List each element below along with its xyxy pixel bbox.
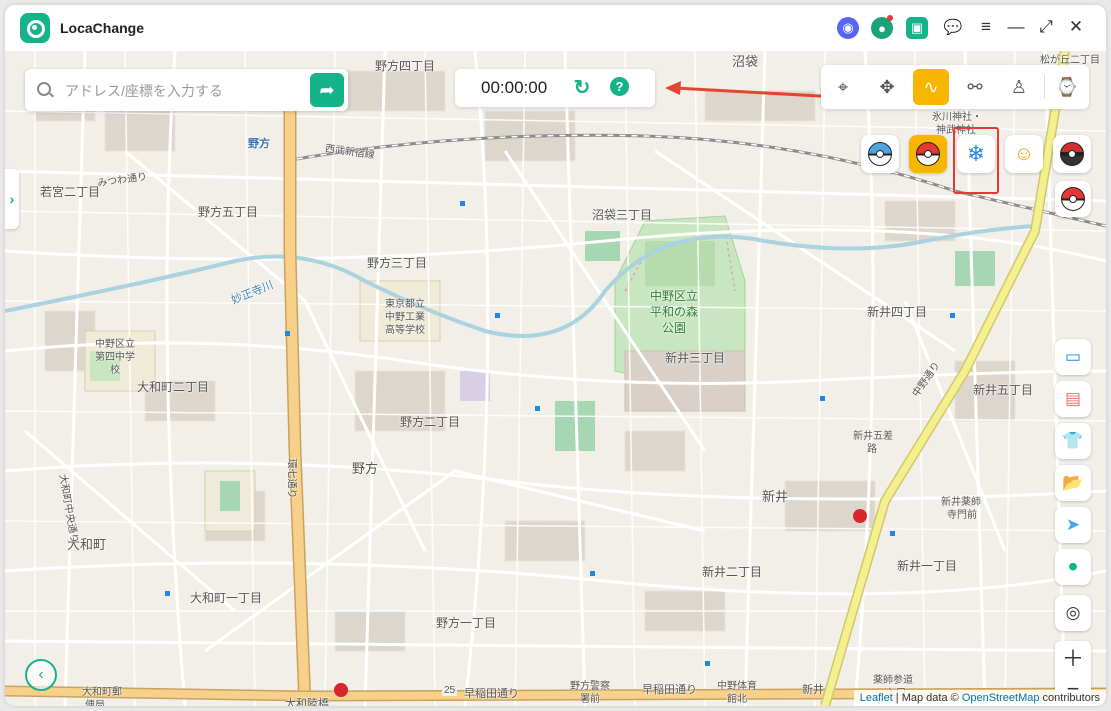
map-label: 中野区立 xyxy=(650,289,699,303)
two-spot-mode-icon[interactable]: ∿ xyxy=(913,69,949,105)
map-label: 松が丘二丁目 xyxy=(1040,55,1100,66)
multi-spot-mode-icon[interactable]: ⚯ xyxy=(957,69,993,105)
search-input[interactable] xyxy=(63,79,307,103)
map-attribution: Leaflet | Map data © OpenStreetMap contr… xyxy=(853,690,1106,706)
map-label: 校 xyxy=(110,365,120,376)
refresh-icon[interactable]: ↻ xyxy=(571,76,593,99)
timer-value: 00:00:00 xyxy=(481,78,548,97)
discord-icon[interactable]: ◉ xyxy=(837,17,859,39)
shirt-icon[interactable]: 👕 xyxy=(1055,423,1091,459)
menu-icon[interactable]: ≡ xyxy=(975,16,997,38)
joystick-mode-icon[interactable]: ✥ xyxy=(869,69,905,105)
back-button[interactable]: ‹ xyxy=(25,659,57,691)
locate-icon[interactable]: ◎ xyxy=(1055,595,1091,631)
map-label: 若宮二丁目 xyxy=(40,185,101,199)
attribution-suffix: contributors xyxy=(1039,692,1100,704)
pokeball-red-icon[interactable] xyxy=(1055,181,1091,217)
timer-panel: 00:00:00 ↻ ? xyxy=(455,69,655,107)
map-label: 新井二丁目 xyxy=(702,565,763,579)
chat-icon[interactable]: 💬 xyxy=(942,16,964,38)
title-bar: LocaChange ◉ ● ▣ 💬 ≡ — ⤢ ✕ xyxy=(5,5,1106,51)
screen-share-icon[interactable]: ▭ xyxy=(1055,339,1091,375)
map-label: 野方五丁目 xyxy=(198,205,259,219)
map-label: 新井 xyxy=(802,684,824,696)
attribution-text: | Map data © xyxy=(892,692,962,704)
map-label: 高等学校 xyxy=(385,325,425,336)
map-label: 平和の森 xyxy=(650,305,699,319)
map-label: 新井五丁目 xyxy=(973,383,1034,397)
map-label: 沼袋 xyxy=(732,54,759,69)
map-label: 新井四丁目 xyxy=(867,305,928,319)
osm-link[interactable]: OpenStreetMap xyxy=(962,692,1040,704)
map-label: 大和陸橋 xyxy=(285,698,329,706)
map-label: 新井三丁目 xyxy=(665,351,726,365)
map-label: 野方三丁目 xyxy=(367,256,428,270)
map-label: 路 xyxy=(867,444,877,455)
go-button[interactable]: ➦ xyxy=(310,73,344,107)
arrow-forward-icon: ➦ xyxy=(319,79,335,100)
folder-import-icon[interactable]: 📂 xyxy=(1055,465,1091,501)
toolbox-icon[interactable]: ▣ xyxy=(906,17,928,39)
map-label: 大和町一丁目 xyxy=(190,591,263,605)
search-icon xyxy=(37,82,51,96)
map-label: 野方一丁目 xyxy=(436,616,497,630)
map-label: 寺門前 xyxy=(947,510,977,521)
pokemon-go-map-icon[interactable] xyxy=(861,135,899,173)
help-icon[interactable]: ? xyxy=(610,77,629,96)
cards-icon[interactable]: ▤ xyxy=(1055,381,1091,417)
highlight-frame xyxy=(953,127,999,194)
app-logo xyxy=(20,13,50,43)
map-label: 野方 xyxy=(248,138,270,150)
chevron-left-icon: ‹ xyxy=(38,666,44,683)
map-label: 新井一丁目 xyxy=(897,559,958,573)
mode-toolbar: ⌖ ✥ ∿ ⚯ ♙ ⌚ xyxy=(821,65,1089,109)
minimize-icon[interactable]: — xyxy=(1005,16,1027,38)
toolbar-divider xyxy=(1044,75,1045,99)
map-label: 野方四丁目 xyxy=(375,59,436,73)
search-bar: ➦ xyxy=(25,69,348,111)
map-label: 館北 xyxy=(727,694,747,705)
map-label: 環七通り xyxy=(285,458,297,499)
fullscreen-icon[interactable]: ⤢ xyxy=(1035,16,1057,38)
map-label: 便局 xyxy=(85,700,105,706)
map-label: 公園 xyxy=(662,321,687,335)
send-icon[interactable]: ➤ xyxy=(1055,507,1091,543)
app-window: LocaChange ◉ ● ▣ 💬 ≡ — ⤢ ✕ 野方四丁目 沼袋 若宮二丁… xyxy=(5,5,1106,706)
map-label: 署前 xyxy=(580,694,600,705)
map-label: 新井 xyxy=(762,489,789,504)
jump-mode-icon[interactable]: ♙ xyxy=(1001,69,1037,105)
history-icon[interactable]: ⌚ xyxy=(1049,69,1085,105)
map-label: 野方 xyxy=(352,461,379,476)
app-title: LocaChange xyxy=(60,20,145,36)
pokeball-game-icon[interactable] xyxy=(909,135,947,173)
map-view[interactable]: 野方四丁目 沼袋 若宮二丁目 野方五丁目 野方三丁目 沼袋三丁目 東京都立 中野… xyxy=(5,51,1106,706)
leaflet-link[interactable]: Leaflet xyxy=(860,692,893,704)
chevron-right-icon: › xyxy=(9,191,15,207)
close-icon[interactable]: ✕ xyxy=(1065,16,1087,38)
zoom-in-button[interactable]: ＋ xyxy=(1055,641,1091,673)
map-label: 早稲田通り xyxy=(642,684,697,696)
sidebar-toggle[interactable]: › xyxy=(5,169,19,229)
map-label: 大和町二丁目 xyxy=(137,380,210,394)
map-label: 早稲田通り xyxy=(464,688,519,700)
toggle-icon[interactable]: ⏺ xyxy=(1055,549,1091,585)
notification-dot xyxy=(887,15,893,21)
map-label: 25 xyxy=(442,685,458,696)
coin-game-icon[interactable]: ☺ xyxy=(1005,135,1043,173)
teleport-mode-icon[interactable]: ⌖ xyxy=(825,69,861,105)
pokeball-dark-icon[interactable] xyxy=(1053,135,1091,173)
map-label: 沼袋三丁目 xyxy=(592,208,653,222)
map-label: 野方二丁目 xyxy=(400,415,461,429)
